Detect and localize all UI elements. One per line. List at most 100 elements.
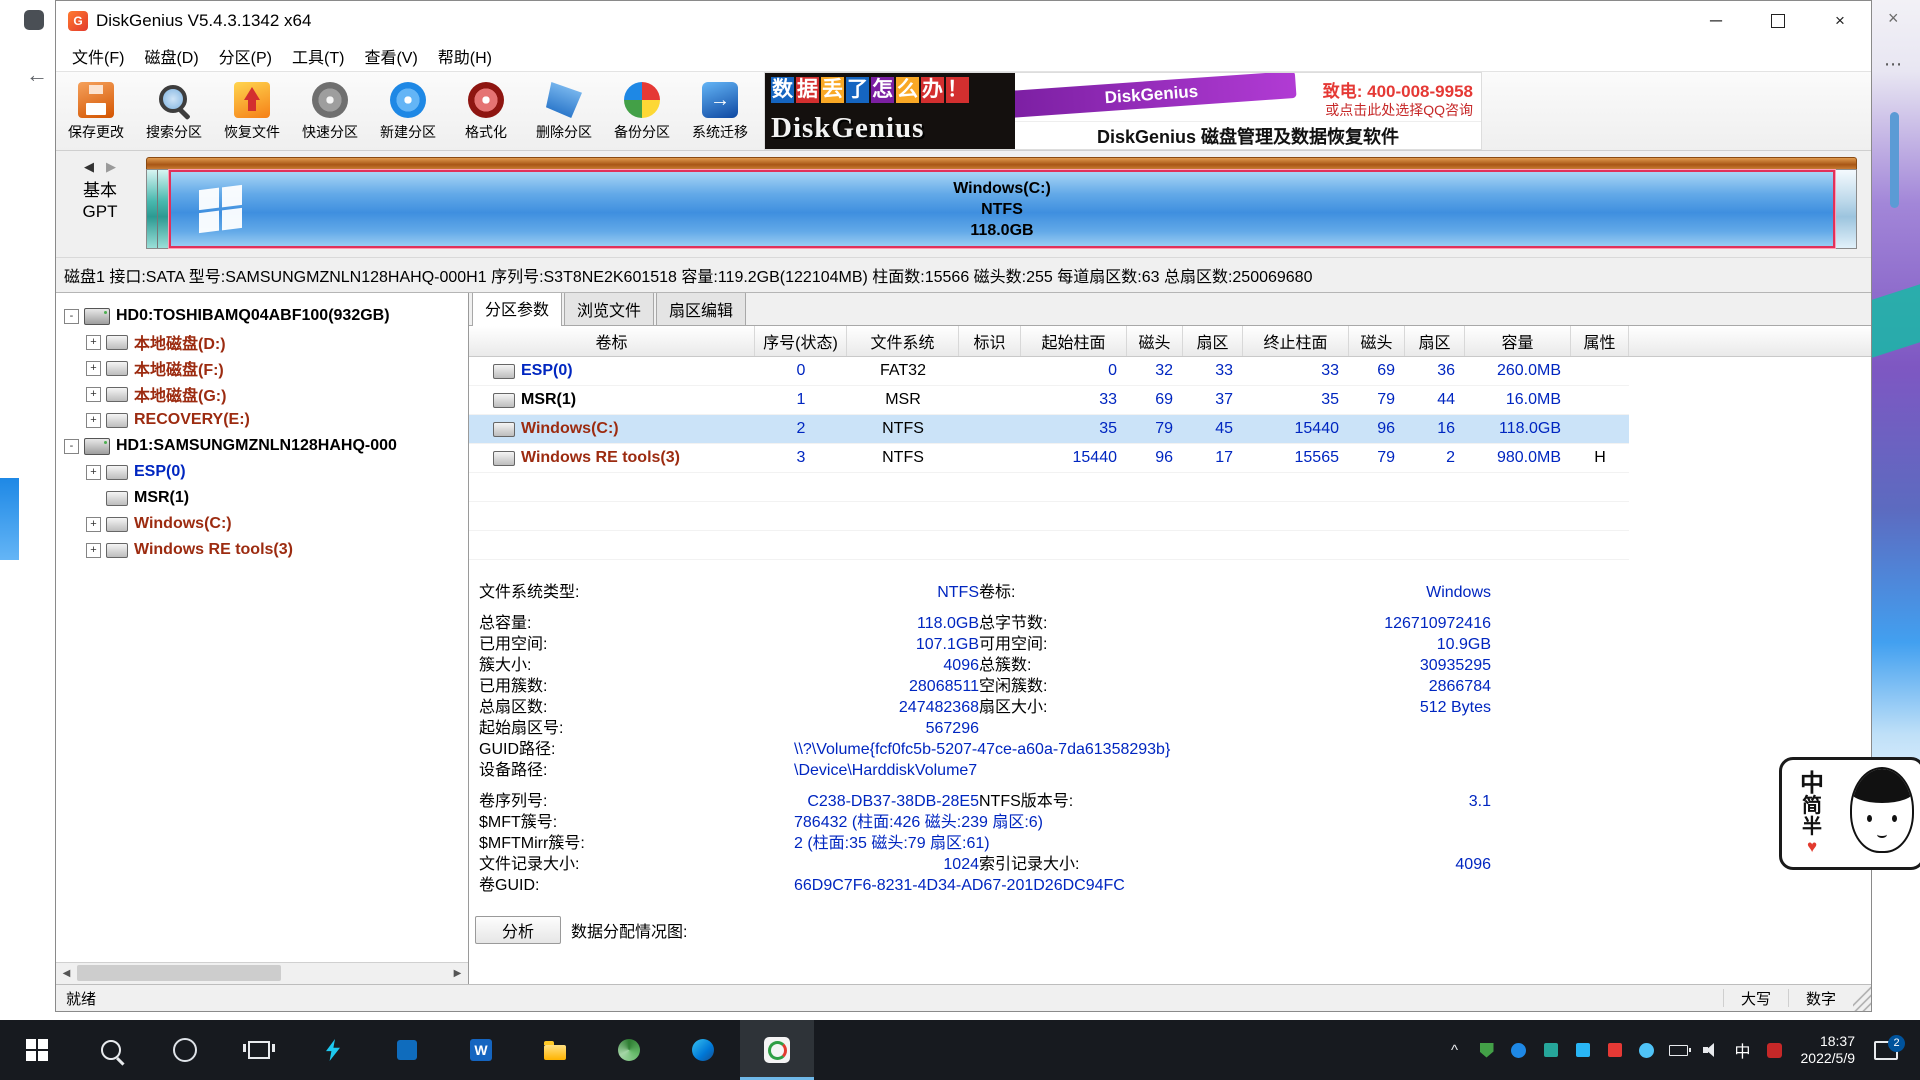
detail-label: 已用簇数:	[479, 676, 669, 697]
partition-block-msr[interactable]	[158, 170, 169, 248]
resize-grip[interactable]	[1853, 985, 1871, 1011]
expand-icon[interactable]: +	[86, 465, 101, 480]
column-header[interactable]: 终止柱面	[1243, 326, 1349, 356]
menu-item-3[interactable]: 工具(T)	[282, 44, 354, 68]
tree-item[interactable]: +Windows RE tools(3)	[56, 537, 468, 563]
prev-disk-icon[interactable]: ◀	[84, 159, 94, 175]
minimize-button[interactable]: ─	[1685, 1, 1747, 41]
taskbar-clock[interactable]: 18:37 2022/5/9	[1791, 1033, 1866, 1067]
taskbar-search-button[interactable]	[74, 1020, 148, 1080]
collapse-icon[interactable]: -	[64, 439, 79, 454]
scrollbar-thumb[interactable]	[77, 965, 281, 981]
tray-sq-red-icon[interactable]	[1599, 1038, 1631, 1062]
maximize-button[interactable]	[1747, 1, 1809, 41]
column-header[interactable]: 序号(状态)	[755, 326, 847, 356]
toolbar-migrate-button[interactable]: 系统迁移	[686, 76, 754, 148]
taskbar-taskview-button[interactable]	[222, 1020, 296, 1080]
scroll-right-icon[interactable]: ▶	[447, 968, 468, 979]
column-header[interactable]: 容量	[1465, 326, 1571, 356]
toolbar-quick-button[interactable]: 快速分区	[296, 76, 364, 148]
tray-circle-blue-icon[interactable]	[1503, 1038, 1535, 1062]
expand-icon[interactable]: +	[86, 361, 101, 376]
toolbar-backup-button[interactable]: 备份分区	[608, 76, 676, 148]
menu-item-1[interactable]: 磁盘(D)	[134, 44, 208, 68]
column-header[interactable]: 卷标	[469, 326, 755, 356]
tree-item[interactable]: +Windows(C:)	[56, 511, 468, 537]
tray-sq-darkred-icon[interactable]	[1759, 1038, 1791, 1062]
menu-item-4[interactable]: 查看(V)	[354, 44, 427, 68]
taskbar-store-button[interactable]	[370, 1020, 444, 1080]
tray-battery-icon[interactable]	[1663, 1038, 1695, 1062]
tray-shield-icon[interactable]	[1471, 1038, 1503, 1062]
taskbar-cortana-button[interactable]	[148, 1020, 222, 1080]
table-row[interactable]: Windows RE tools(3)3NTFS1544096171556579…	[469, 444, 1629, 473]
menu-item-0[interactable]: 文件(F)	[62, 44, 134, 68]
expand-icon[interactable]: +	[86, 413, 101, 428]
next-disk-icon[interactable]: ▶	[106, 159, 116, 175]
toolbar-recover-button[interactable]: 恢复文件	[218, 76, 286, 148]
taskbar-word-button[interactable]	[444, 1020, 518, 1080]
table-row[interactable]: Windows(C:)2NTFS357945154409616118.0GB	[469, 415, 1629, 444]
column-header[interactable]: 扇区	[1405, 326, 1465, 356]
taskbar-start-button[interactable]	[0, 1020, 74, 1080]
toolbar-format-button[interactable]: 格式化	[452, 76, 520, 148]
tray-ime-icon[interactable]: 中	[1727, 1038, 1759, 1062]
expand-icon[interactable]: +	[86, 387, 101, 402]
overflow-menu-icon[interactable]: ⋯	[1884, 54, 1903, 75]
tree-item[interactable]: -HD0:TOSHIBAMQ04ABF100(932GB)	[56, 303, 468, 329]
close-button[interactable]: ×	[1809, 1, 1871, 41]
tab-1[interactable]: 浏览文件	[564, 293, 654, 325]
tree-item[interactable]: -HD1:SAMSUNGMZNLN128HAHQ-000	[56, 433, 468, 459]
background-scrollbar-thumb[interactable]	[1890, 112, 1899, 208]
toolbar-save-button[interactable]: 保存更改	[62, 76, 130, 148]
tree-item[interactable]: +本地磁盘(D:)	[56, 329, 468, 355]
tray-sq-sky-icon[interactable]	[1567, 1038, 1599, 1062]
toolbar-new-button[interactable]: 新建分区	[374, 76, 442, 148]
menu-item-2[interactable]: 分区(P)	[209, 44, 282, 68]
tray-volume-icon[interactable]	[1695, 1038, 1727, 1062]
taskbar-diskgenius-button[interactable]	[740, 1020, 814, 1080]
partition-block-re-tools[interactable]	[1835, 170, 1856, 248]
browser-back-icon[interactable]: ←	[26, 62, 48, 88]
taskbar-explorer-button[interactable]	[518, 1020, 592, 1080]
table-row[interactable]: MSR(1)1MSR33693735794416.0MB	[469, 386, 1629, 415]
taskbar-browser-button[interactable]	[592, 1020, 666, 1080]
column-header[interactable]: 磁头	[1349, 326, 1405, 356]
tree-horizontal-scrollbar[interactable]: ◀ ▶	[56, 962, 468, 984]
scroll-left-icon[interactable]: ◀	[56, 968, 77, 979]
tree-item[interactable]: MSR(1)	[56, 485, 468, 511]
ad-qq-link[interactable]: 或点击此处选择QQ咨询	[1325, 100, 1473, 120]
collapse-icon[interactable]: -	[64, 309, 79, 324]
tab-0[interactable]: 分区参数	[472, 293, 562, 326]
expand-icon[interactable]: +	[86, 335, 101, 350]
column-header[interactable]: 扇区	[1183, 326, 1243, 356]
tree-item[interactable]: +本地磁盘(F:)	[56, 355, 468, 381]
taskbar-edge-button[interactable]	[666, 1020, 740, 1080]
table-row[interactable]: ESP(0)0FAT3203233336936260.0MB	[469, 357, 1629, 386]
analyze-button[interactable]: 分析	[475, 916, 561, 944]
tab-2[interactable]: 扇区编辑	[656, 293, 746, 325]
taskbar-flash-button[interactable]	[296, 1020, 370, 1080]
column-header[interactable]: 属性	[1571, 326, 1629, 356]
background-close-icon[interactable]: ×	[1888, 8, 1899, 29]
column-header[interactable]: 磁头	[1127, 326, 1183, 356]
column-header[interactable]: 文件系统	[847, 326, 959, 356]
scrollbar-track[interactable]	[77, 963, 447, 984]
tray-chevron-icon[interactable]: ^	[1439, 1038, 1471, 1062]
tree-item[interactable]: +本地磁盘(G:)	[56, 381, 468, 407]
menu-item-5[interactable]: 帮助(H)	[428, 44, 502, 68]
tree-item[interactable]: +ESP(0)	[56, 459, 468, 485]
tray-circle-sky-icon[interactable]	[1631, 1038, 1663, 1062]
tray-sq-teal-icon[interactable]	[1535, 1038, 1567, 1062]
expand-icon[interactable]: +	[86, 517, 101, 532]
partition-block-esp[interactable]	[147, 170, 158, 248]
expand-icon[interactable]: +	[86, 543, 101, 558]
column-header[interactable]: 起始柱面	[1021, 326, 1127, 356]
toolbar-search-button[interactable]: 搜索分区	[140, 76, 208, 148]
tree-item[interactable]: +RECOVERY(E:)	[56, 407, 468, 433]
column-header[interactable]: 标识	[959, 326, 1021, 356]
toolbar-delete-button[interactable]: 删除分区	[530, 76, 598, 148]
partition-block-windows-c[interactable]: Windows(C:) NTFS 118.0GB	[169, 170, 1835, 248]
action-center-button[interactable]: 2	[1865, 1041, 1907, 1060]
ad-banner[interactable]: 数据丢了怎么办！ DiskGenius DiskGenius 致电: 400-0…	[764, 72, 1482, 150]
